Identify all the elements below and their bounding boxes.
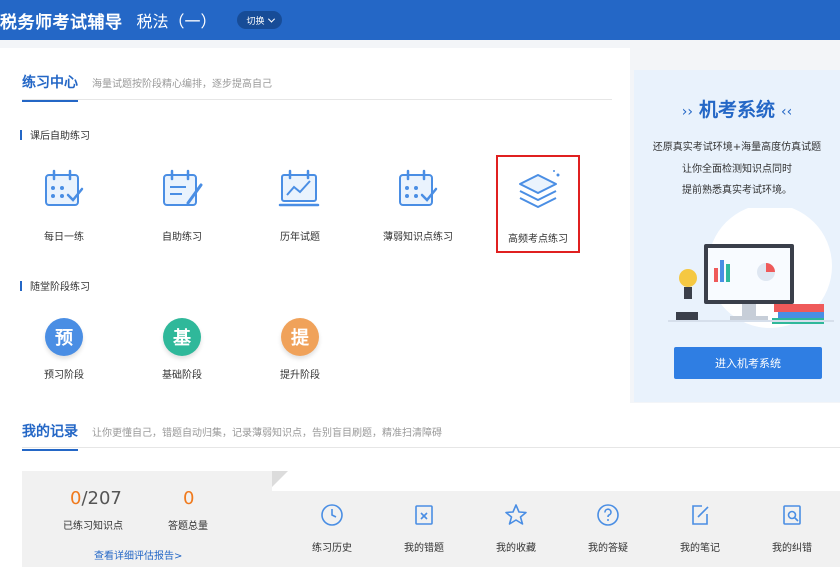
- practiced-count: 0/207: [70, 488, 122, 509]
- group-label-text: 课后自助练习: [30, 131, 90, 142]
- wrong-doc-icon: [415, 505, 433, 525]
- practice-center-header: 练习中心 海量试题按阶段精心编排，逐步提高自己: [22, 72, 272, 102]
- subject-title: 税法（一）: [136, 12, 217, 31]
- exam-system-title-text: 机考系统: [698, 99, 775, 121]
- divider: [22, 99, 612, 100]
- stage-label: 预习阶段: [44, 370, 84, 381]
- stage-label: 提升阶段: [280, 370, 320, 381]
- stage-badge: 预: [45, 318, 83, 356]
- top-bar: 税务师考试辅导 税法（一） 切换: [0, 0, 840, 40]
- exam-system-line: 让你全面检测知识点同时: [682, 164, 792, 175]
- calendar-check-icon: [399, 169, 438, 206]
- group-marker: [20, 280, 22, 291]
- my-records-panel: 我的记录 让你更懂自己，错题自动归集，记录薄弱知识点，告别盲目刷题，精准扫清障碍…: [0, 403, 840, 567]
- practiced-label: 已练习知识点: [63, 521, 123, 532]
- group-marker: [20, 129, 22, 140]
- search-doc-icon: [783, 505, 801, 525]
- notebook-pen-icon: [163, 169, 203, 206]
- line-chart-icon: [278, 169, 320, 207]
- stats-box: 0/207 已练习知识点 0 答题总量 查看详细评估报告>: [22, 471, 288, 567]
- action-label: 我的纠错: [772, 543, 812, 554]
- star-icon: [505, 504, 527, 525]
- divider: [22, 447, 840, 448]
- action-label: 我的错题: [404, 543, 444, 554]
- my-corrections-button[interactable]: 我的纠错: [752, 503, 832, 554]
- tile-label: 高频考点练习: [508, 234, 568, 245]
- answer-label: 答题总量: [168, 521, 208, 532]
- group-label-self-practice: 课后自助练习: [20, 127, 90, 142]
- exam-system-line: 还原真实考试环境+海量高度仿真试题: [652, 142, 822, 153]
- action-label: 我的笔记: [680, 543, 720, 554]
- corner-fold: [272, 471, 288, 487]
- tile-weak-points[interactable]: 薄弱知识点练习: [378, 155, 458, 245]
- total-value: /207: [81, 488, 122, 509]
- calendar-check-icon: [45, 169, 84, 206]
- stage-advanced[interactable]: 提 提升阶段: [260, 318, 340, 398]
- exam-system-title: ›› 机考系统 ‹‹: [634, 95, 840, 122]
- enter-exam-system-button[interactable]: 进入机考系统: [674, 347, 822, 379]
- exam-system-line: 提前熟悉真实考试环境。: [682, 185, 792, 196]
- group-label-text: 随堂阶段练习: [30, 282, 90, 293]
- action-label: 练习历史: [312, 543, 352, 554]
- computer-illustration: [668, 208, 834, 328]
- switch-label: 切换: [246, 16, 265, 27]
- practice-center-panel: 练习中心 海量试题按阶段精心编排，逐步提高自己 课后自助练习 每日一练 自助练习: [0, 48, 630, 403]
- clock-icon: [321, 504, 343, 526]
- layers-icon: [519, 170, 560, 208]
- double-chevron-right-icon: ››: [681, 104, 693, 120]
- practiced-value: 0: [70, 488, 82, 509]
- tile-label: 每日一练: [44, 232, 84, 243]
- tile-label: 历年试题: [280, 232, 320, 243]
- practice-history-button[interactable]: 练习历史: [292, 503, 372, 554]
- tile-past-exams[interactable]: 历年试题: [260, 155, 340, 245]
- tile-label: 自助练习: [162, 232, 202, 243]
- answer-count: 0: [183, 488, 195, 509]
- stage-badge: 提: [281, 318, 319, 356]
- records-desc: 让你更懂自己，错题自动归集，记录薄弱知识点，告别盲目刷题，精准扫清障碍: [92, 428, 442, 439]
- stage-label: 基础阶段: [162, 370, 202, 381]
- app-title: 税务师考试辅导: [0, 12, 123, 33]
- question-icon: [597, 504, 619, 526]
- practice-center-desc: 海量试题按阶段精心编排，逐步提高自己: [92, 79, 272, 90]
- favorites-button[interactable]: 我的收藏: [476, 503, 556, 554]
- my-notes-button[interactable]: 我的笔记: [660, 503, 740, 554]
- tile-self-practice[interactable]: 自助练习: [142, 155, 222, 245]
- my-questions-button[interactable]: 我的答疑: [568, 503, 648, 554]
- tile-label: 薄弱知识点练习: [383, 232, 453, 243]
- records-actions: 练习历史 我的错题 我的收藏 我的答疑 我的笔记 我的纠错: [272, 491, 840, 567]
- action-label: 我的答疑: [588, 543, 628, 554]
- action-label: 我的收藏: [496, 543, 536, 554]
- tile-daily-practice[interactable]: 每日一练: [24, 155, 104, 245]
- tile-high-frequency[interactable]: 高频考点练习: [496, 155, 580, 253]
- stage-basic[interactable]: 基 基础阶段: [142, 318, 222, 398]
- wrong-questions-button[interactable]: 我的错题: [384, 503, 464, 554]
- stage-preview[interactable]: 预 预习阶段: [24, 318, 104, 398]
- switch-subject-button[interactable]: 切换: [236, 11, 282, 29]
- note-edit-icon: [692, 505, 709, 525]
- exam-system-panel: ›› 机考系统 ‹‹ 还原真实考试环境+海量高度仿真试题 让你全面检测知识点同时 提…: [634, 70, 840, 402]
- stage-badge: 基: [163, 318, 201, 356]
- practice-center-title: 练习中心: [22, 72, 78, 102]
- double-chevron-left-icon: ‹‹: [781, 104, 793, 120]
- report-link[interactable]: 查看详细评估报告>: [94, 547, 182, 562]
- chevron-down-icon: [267, 15, 275, 23]
- group-label-stage-practice: 随堂阶段练习: [20, 278, 90, 293]
